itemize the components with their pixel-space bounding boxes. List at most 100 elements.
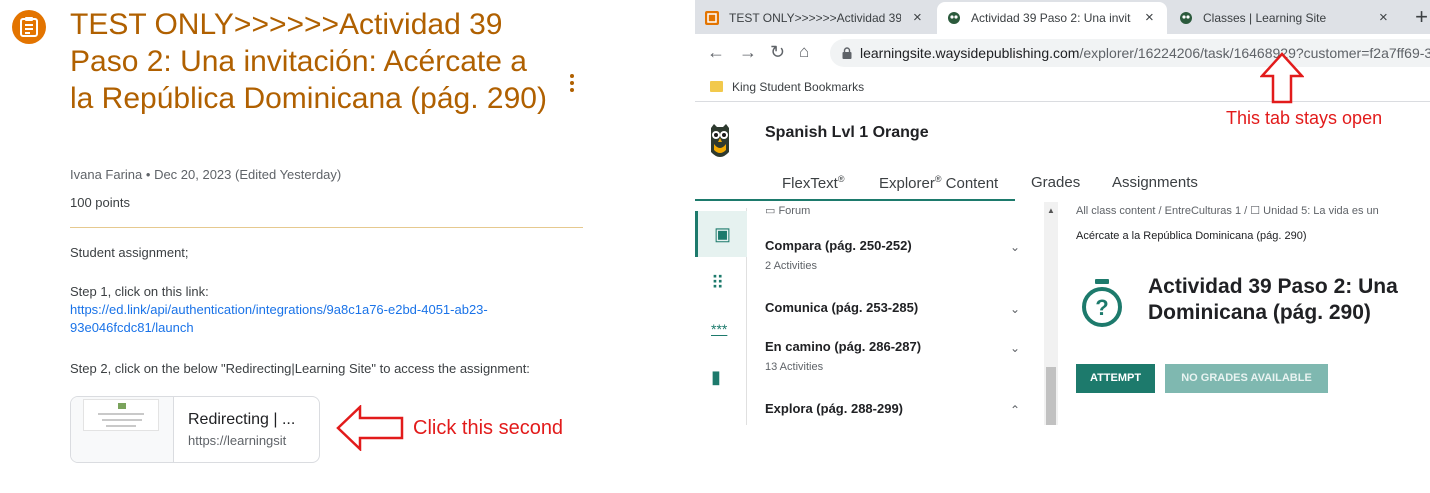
tab-strip: TEST ONLY>>>>>>Actividad 39 × Actividad …: [695, 0, 1430, 34]
attachment-thumbnail: [71, 397, 174, 462]
chevron-down-icon[interactable]: ⌄: [1010, 240, 1020, 254]
author-name: Ivana Farina: [70, 167, 143, 182]
attachment-title: Redirecting | ...: [188, 411, 296, 428]
classroom-favicon-icon: [705, 11, 719, 25]
svg-text:?: ?: [1095, 295, 1108, 320]
owl-favicon-icon: [1180, 12, 1192, 24]
forum-label: Forum: [778, 205, 811, 217]
forum-link[interactable]: ▭ Forum: [765, 204, 810, 217]
arrow-up-icon: [1260, 52, 1304, 104]
tab-label: Classes | Learning Site: [1203, 11, 1327, 25]
course-title: Spanish Lvl 1 Orange: [765, 124, 929, 141]
toc-item[interactable]: En camino (pág. 286-287) 13 Activities ⌄: [765, 339, 1020, 373]
tab-flextext-label: FlexText: [782, 175, 838, 192]
table-of-contents: ▭ Forum Compara (pág. 250-252) 2 Activit…: [748, 202, 1044, 425]
toc-item-title: En camino (pág. 286-287): [765, 339, 922, 354]
tab-classes[interactable]: Classes | Learning Site ×: [1169, 2, 1401, 34]
breadcrumb[interactable]: All class content / EntreCulturas 1 / ☐ …: [1076, 204, 1379, 217]
close-icon[interactable]: ×: [913, 9, 922, 26]
scrollbar-thumb[interactable]: [1046, 367, 1056, 425]
owl-logo-icon[interactable]: [708, 122, 732, 162]
scroll-up-icon[interactable]: ▲: [1047, 206, 1055, 215]
step2-text: Step 2, click on the below "Redirecting|…: [70, 361, 530, 376]
tab-assignments[interactable]: Assignments: [1112, 174, 1198, 191]
step1-link[interactable]: https://ed.link/api/authentication/integ…: [70, 302, 488, 335]
click-annotation: Click this second: [413, 417, 564, 439]
post-date: Dec 20, 2023 (Edited Yesterday): [154, 167, 342, 182]
attempt-button[interactable]: ATTEMPT: [1076, 364, 1155, 393]
arrow-left-icon: [336, 405, 404, 451]
activity-title-line2: Dominicana (pág. 290): [1148, 301, 1371, 324]
browser-toolbar: ← → ↻ ⌂ learningsite.waysidepublishing.c…: [695, 34, 1430, 72]
folder-icon: [710, 81, 723, 92]
toc-item-title: Compara (pág. 250-252): [765, 238, 912, 253]
assignment-title: TEST ONLY>>>>>>Actividad 39 Paso 2: Una …: [70, 8, 547, 115]
toc-item-title: Comunica (pág. 253-285): [765, 300, 919, 315]
step1-text: Step 1, click on this link:: [70, 284, 209, 299]
new-tab-button[interactable]: +: [1415, 4, 1428, 30]
close-icon[interactable]: ×: [1379, 9, 1388, 26]
no-grades-button: NO GRADES AVAILABLE: [1165, 364, 1328, 393]
close-icon[interactable]: ×: [1145, 9, 1154, 26]
toc-item[interactable]: Comunica (pág. 253-285) ⌄: [765, 300, 1020, 316]
tab-annotation: This tab stays open: [1226, 108, 1383, 128]
toc-item[interactable]: Explora (pág. 288-299) ⌃: [765, 401, 1020, 417]
tab-explorer[interactable]: Explorer® Content: [879, 174, 998, 192]
tab-classroom[interactable]: TEST ONLY>>>>>>Actividad 39 ×: [695, 2, 935, 34]
active-tab-indicator: [695, 199, 1015, 201]
divider: [70, 227, 583, 228]
back-icon[interactable]: ←: [707, 42, 725, 63]
screenshot: TEST ONLY>>>>>>Actividad 39 Paso 2: Una …: [0, 0, 1430, 493]
grid-icon: ⠿: [711, 273, 725, 293]
step1-block: Step 1, click on this link: https://ed.l…: [70, 283, 570, 337]
activity-title: Actividad 39 Paso 2: Una Dominicana (pág…: [1148, 274, 1398, 326]
browser-window: TEST ONLY>>>>>>Actividad 39 × Actividad …: [695, 0, 1430, 425]
registered-mark: ®: [837, 174, 845, 184]
assignment-icon: [12, 10, 46, 44]
points-label: 100 points: [70, 195, 130, 210]
forum-icon: ▭: [765, 205, 779, 217]
bookmarks-bar: King Student Bookmarks: [695, 72, 1430, 102]
owl-favicon-icon: [948, 12, 960, 24]
chevron-down-icon[interactable]: ⌄: [1010, 302, 1020, 316]
asterisk-icon: ***: [711, 321, 728, 337]
address-bar[interactable]: learningsite.waysidepublishing.com/explo…: [830, 39, 1430, 67]
registered-mark: ®: [934, 174, 942, 184]
toc-item-count: 13 Activities: [765, 361, 824, 373]
bar-chart-icon: ▮: [711, 367, 721, 387]
bookmark-item[interactable]: King Student Bookmarks: [732, 80, 864, 94]
breadcrumb-current: Acércate a la República Dominicana (pág.…: [1076, 230, 1307, 242]
toc-item-title: Explora (pág. 288-299): [765, 401, 903, 416]
rail-item-reports[interactable]: ▮: [695, 354, 747, 400]
forward-icon[interactable]: →: [739, 42, 757, 63]
book-icon: ▣: [714, 224, 732, 244]
tab-grades[interactable]: Grades: [1031, 174, 1080, 191]
chevron-up-icon[interactable]: ⌃: [1010, 403, 1020, 417]
toc-item-count: 2 Activities: [765, 260, 817, 272]
attachment-card[interactable]: Redirecting | ... https://learningsit: [70, 396, 320, 463]
chevron-down-icon[interactable]: ⌄: [1010, 341, 1020, 355]
tab-explorer-suffix: Content: [941, 175, 999, 192]
url-path: /explorer/16224206/task/16468929?custome…: [1079, 45, 1430, 61]
stopwatch-icon: ?: [1082, 279, 1122, 327]
tab-label: Actividad 39 Paso 2: Una invitaci: [971, 11, 1131, 25]
meta-separator: •: [145, 167, 155, 182]
reload-icon[interactable]: ↻: [770, 42, 785, 63]
rail-item-password[interactable]: ***: [695, 308, 747, 354]
toc-item[interactable]: Compara (pág. 250-252) 2 Activities ⌄: [765, 238, 1020, 272]
side-rail: ▣ ⠿ *** ▮: [695, 208, 747, 425]
rail-item-apps[interactable]: ⠿: [695, 260, 747, 306]
home-icon[interactable]: ⌂: [799, 42, 809, 62]
assignment-meta: Ivana Farina • Dec 20, 2023 (Edited Yest…: [70, 167, 341, 182]
classroom-assignment: TEST ONLY>>>>>>Actividad 39 Paso 2: Una …: [0, 0, 600, 493]
more-options-icon[interactable]: [566, 74, 578, 94]
url-text: learningsite.waysidepublishing.com/explo…: [860, 45, 1430, 61]
tab-activity[interactable]: Actividad 39 Paso 2: Una invitaci ×: [937, 2, 1167, 34]
tab-flextext[interactable]: FlexText®: [782, 174, 845, 192]
toc-scrollbar[interactable]: ▲: [1044, 202, 1058, 425]
tab-explorer-label: Explorer: [879, 175, 935, 192]
body-intro: Student assignment;: [70, 245, 189, 260]
activity-title-line1: Actividad 39 Paso 2: Una: [1148, 275, 1398, 298]
rail-item-content[interactable]: ▣: [695, 211, 747, 257]
lock-icon: [842, 47, 852, 59]
